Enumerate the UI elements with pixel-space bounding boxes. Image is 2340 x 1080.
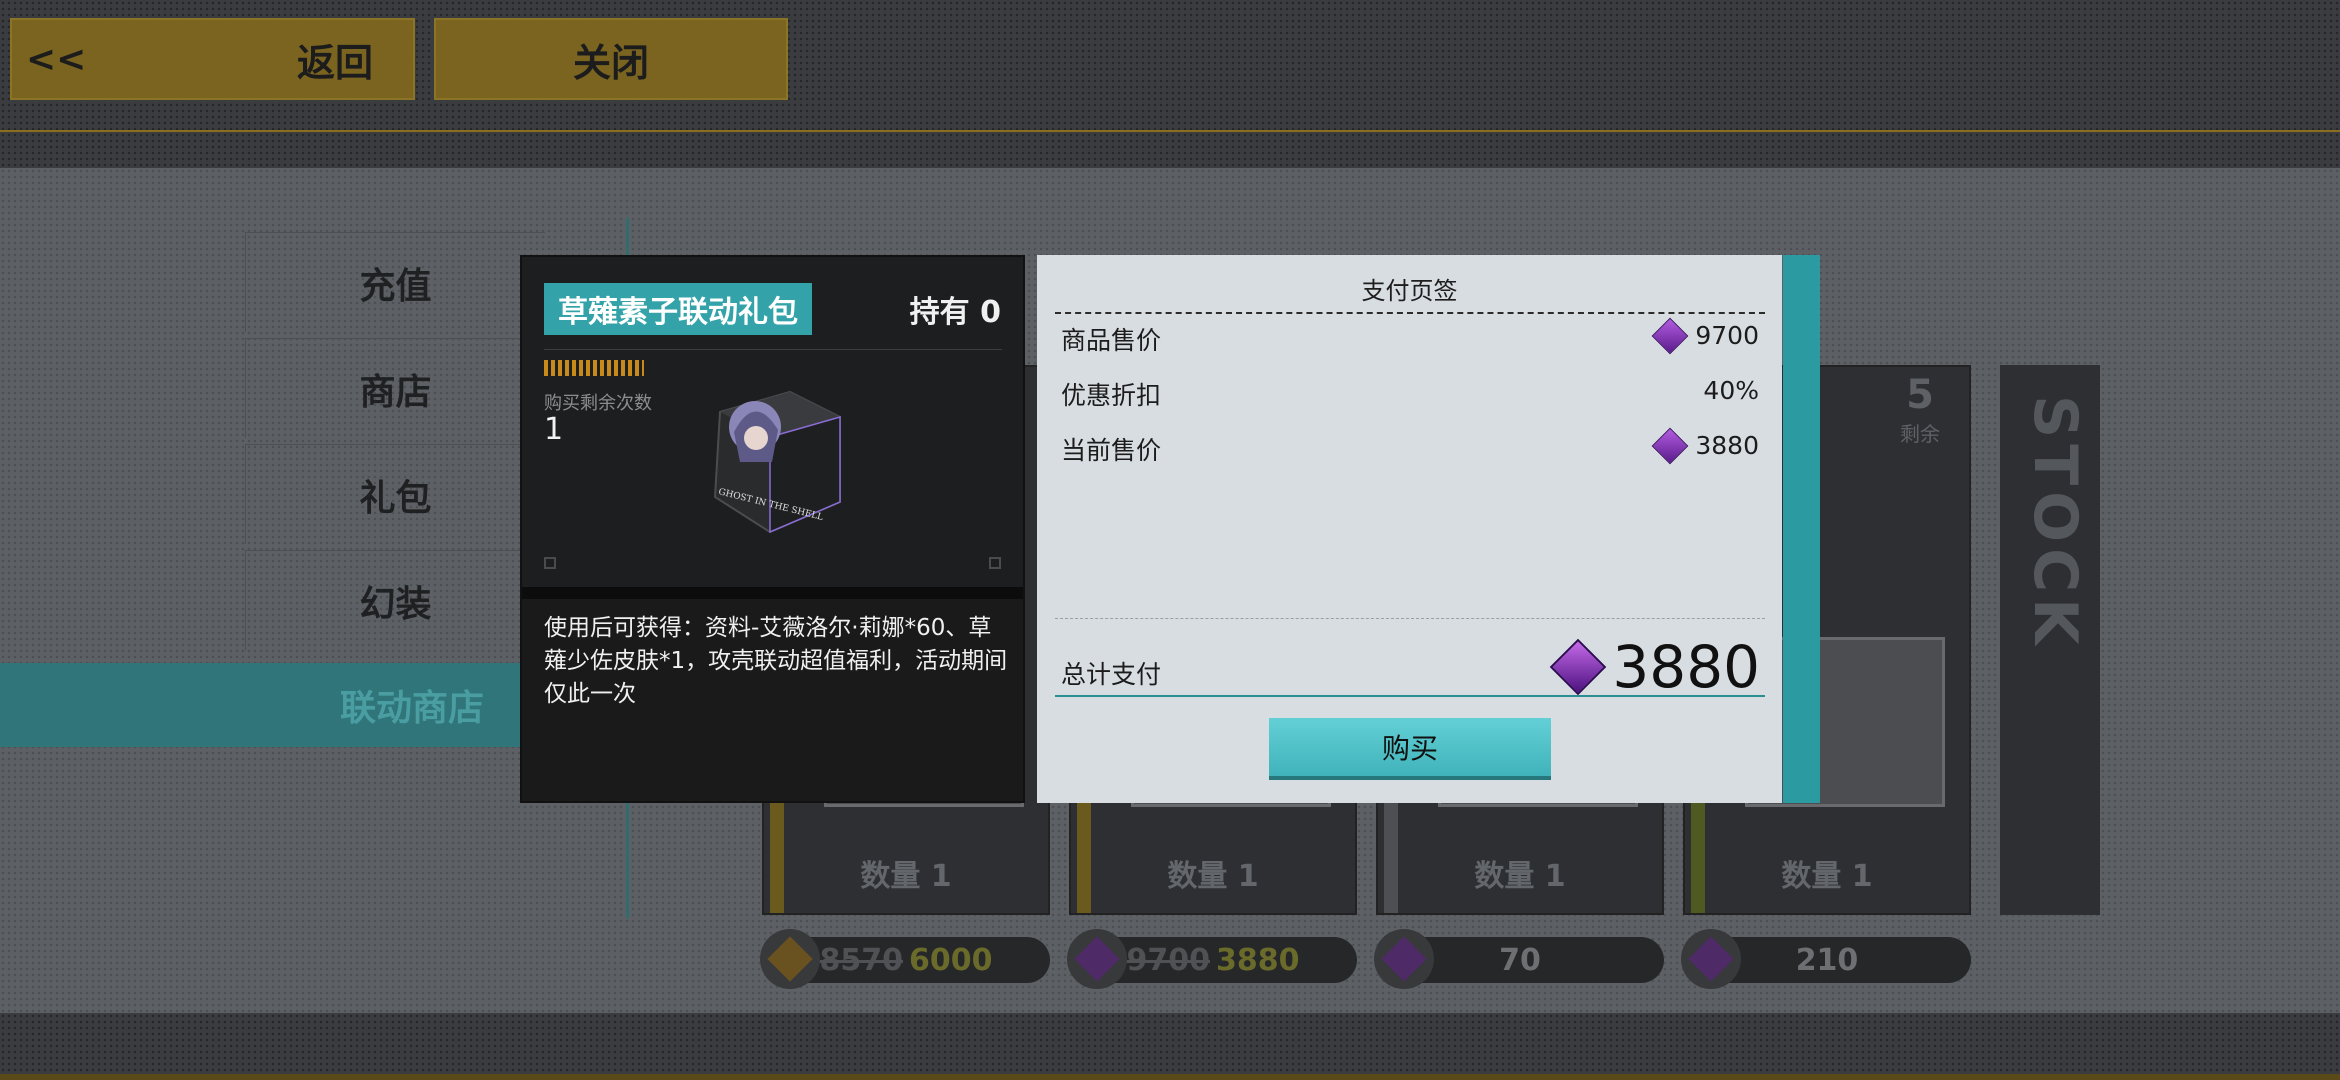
row-current-price: 当前售价 3880	[1061, 425, 1759, 465]
gem-icon	[1651, 317, 1689, 354]
payment-panel: 支付页签 商品售价 9700 优惠折扣 40% 当前售价 3880 总计支付 3…	[1037, 255, 1782, 803]
remaining-label: 剩余	[1900, 422, 1940, 446]
payment-title: 支付页签	[1361, 277, 1458, 305]
close-button[interactable]: 关闭	[434, 18, 788, 100]
currency-gem-icon	[760, 929, 820, 989]
price-pill: 9700 3880	[1067, 929, 1357, 989]
gem-icon	[1651, 427, 1689, 464]
sale-price: 210	[1795, 942, 1859, 978]
total-label: 总计支付	[1061, 660, 1162, 689]
total-amount: 3880	[1550, 633, 1760, 701]
currency-gem-icon	[1374, 929, 1434, 989]
item-name: 草薙素子联动礼包	[544, 283, 812, 335]
current-price-label: 当前售价	[1061, 436, 1162, 465]
list-price-label: 商品售价	[1061, 326, 1162, 355]
price-pill: 8570 6000	[760, 929, 1050, 989]
buy-button[interactable]: 购买	[1269, 718, 1551, 776]
currency-gem-icon	[1681, 929, 1741, 989]
stock-text: STOCK	[2020, 395, 2090, 651]
barcode-icon	[544, 360, 644, 376]
sidebar-item-label: 礼包	[359, 477, 432, 519]
card-quantity: 数量 1	[1474, 859, 1566, 894]
card-quantity: 数量 1	[1167, 859, 1259, 894]
sidebar-item-store[interactable]: 商店	[245, 338, 545, 438]
sidebar-item-label: 充值	[359, 265, 432, 307]
back-button[interactable]: << 返回	[10, 18, 415, 100]
sidebar-item-label: 商店	[359, 371, 432, 413]
bottom-bar	[0, 1013, 2340, 1080]
sale-price: 6000	[909, 942, 993, 978]
sale-price: 3880	[1216, 942, 1300, 978]
discount-value: 40%	[1703, 376, 1759, 405]
currency-gem-icon	[1067, 929, 1127, 989]
buy-label: 购买	[1381, 732, 1438, 765]
gift-box-image: GHOST IN THE SHELL	[713, 390, 841, 534]
sidebar-item-skins[interactable]: 幻装	[245, 550, 545, 650]
row-discount: 优惠折扣 40%	[1061, 370, 1759, 410]
remaining-badge: 5 剩余	[1885, 372, 1955, 447]
item-description: 使用后可获得：资料-艾薇洛尔·莉娜*60、草薙少佐皮肤*1，攻壳联动超值福利，活…	[544, 615, 1008, 707]
top-divider	[0, 130, 2340, 132]
item-detail-panel: 草薙素子联动礼包 持有 0 购买剩余次数 1 GHOST IN THE SHEL…	[520, 255, 1025, 803]
top-bar: << 返回 关闭	[0, 0, 2340, 168]
card-quantity: 数量 1	[1781, 859, 1873, 894]
sidebar-item-label: 幻装	[359, 583, 432, 625]
remaining-count: 5	[1906, 372, 1934, 418]
price-pill: 210	[1681, 929, 1971, 989]
list-price-value: 9700	[1695, 321, 1759, 350]
original-price: 9700	[1126, 942, 1211, 978]
back-label: 返回	[296, 40, 373, 85]
sidebar-item-collab-store[interactable]: 联动商店	[0, 663, 540, 747]
row-list-price: 商品售价 9700	[1061, 315, 1759, 355]
sale-price: 70	[1499, 942, 1541, 978]
close-label: 关闭	[572, 40, 649, 85]
current-price-value: 3880	[1695, 431, 1759, 460]
stock-banner: STOCK	[2000, 365, 2100, 915]
discount-label: 优惠折扣	[1061, 381, 1162, 410]
gem-icon	[1550, 638, 1607, 696]
sidebar-item-packs[interactable]: 礼包	[245, 444, 545, 544]
purchase-remaining-count: 1	[544, 412, 564, 447]
sidebar-item-label: 联动商店	[340, 688, 485, 729]
original-price: 8570	[819, 942, 904, 978]
payment-accent-bar	[1783, 255, 1820, 803]
card-quantity: 数量 1	[860, 859, 952, 894]
price-pill: 70	[1374, 929, 1664, 989]
back-arrow-icon: <<	[26, 38, 87, 80]
sidebar-item-recharge[interactable]: 充值	[245, 232, 545, 332]
owned-count: 持有 0	[909, 295, 1001, 330]
total-value: 3880	[1612, 633, 1760, 701]
